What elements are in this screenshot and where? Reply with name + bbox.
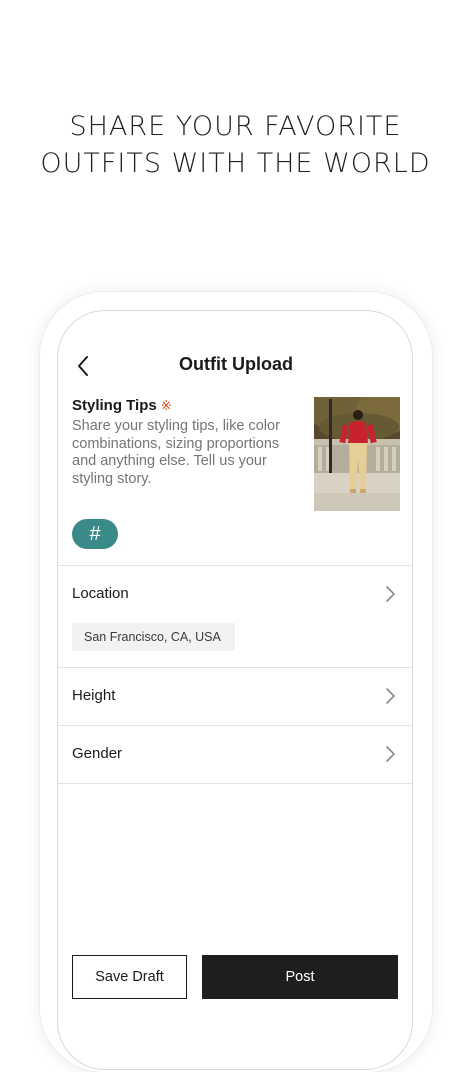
hashtag-button[interactable]: # xyxy=(72,519,118,549)
chevron-right-icon xyxy=(386,746,395,762)
outfit-photo[interactable] xyxy=(314,397,400,511)
marketing-headline: SHARE YOUR FAVORITE OUTFITS WITH THE WOR… xyxy=(0,108,471,182)
styling-tips-label: Styling Tips xyxy=(72,397,157,414)
required-mark-icon: ※ xyxy=(160,398,172,413)
headline-line-2: OUTFITS WITH THE WORLD xyxy=(40,148,431,179)
chevron-right-icon xyxy=(386,586,395,602)
chevron-right-icon xyxy=(386,688,395,704)
location-value-chip[interactable]: San Francisco, CA, USA xyxy=(72,623,235,651)
phone-screen: Outfit Upload Styling Tips ※ Share your … xyxy=(57,310,413,1070)
page-title: Outfit Upload xyxy=(179,354,293,374)
save-draft-button[interactable]: Save Draft xyxy=(72,955,187,999)
outfit-photo-image xyxy=(314,397,400,511)
post-button[interactable]: Post xyxy=(202,955,398,999)
divider xyxy=(58,783,412,784)
gender-label: Gender xyxy=(72,745,123,762)
styling-tips-heading: Styling Tips ※ xyxy=(72,397,172,414)
styling-tips-input[interactable] xyxy=(72,418,304,490)
height-label: Height xyxy=(72,687,116,704)
headline-line-1: SHARE YOUR FAVORITE xyxy=(69,111,402,142)
location-label: Location xyxy=(72,585,129,602)
